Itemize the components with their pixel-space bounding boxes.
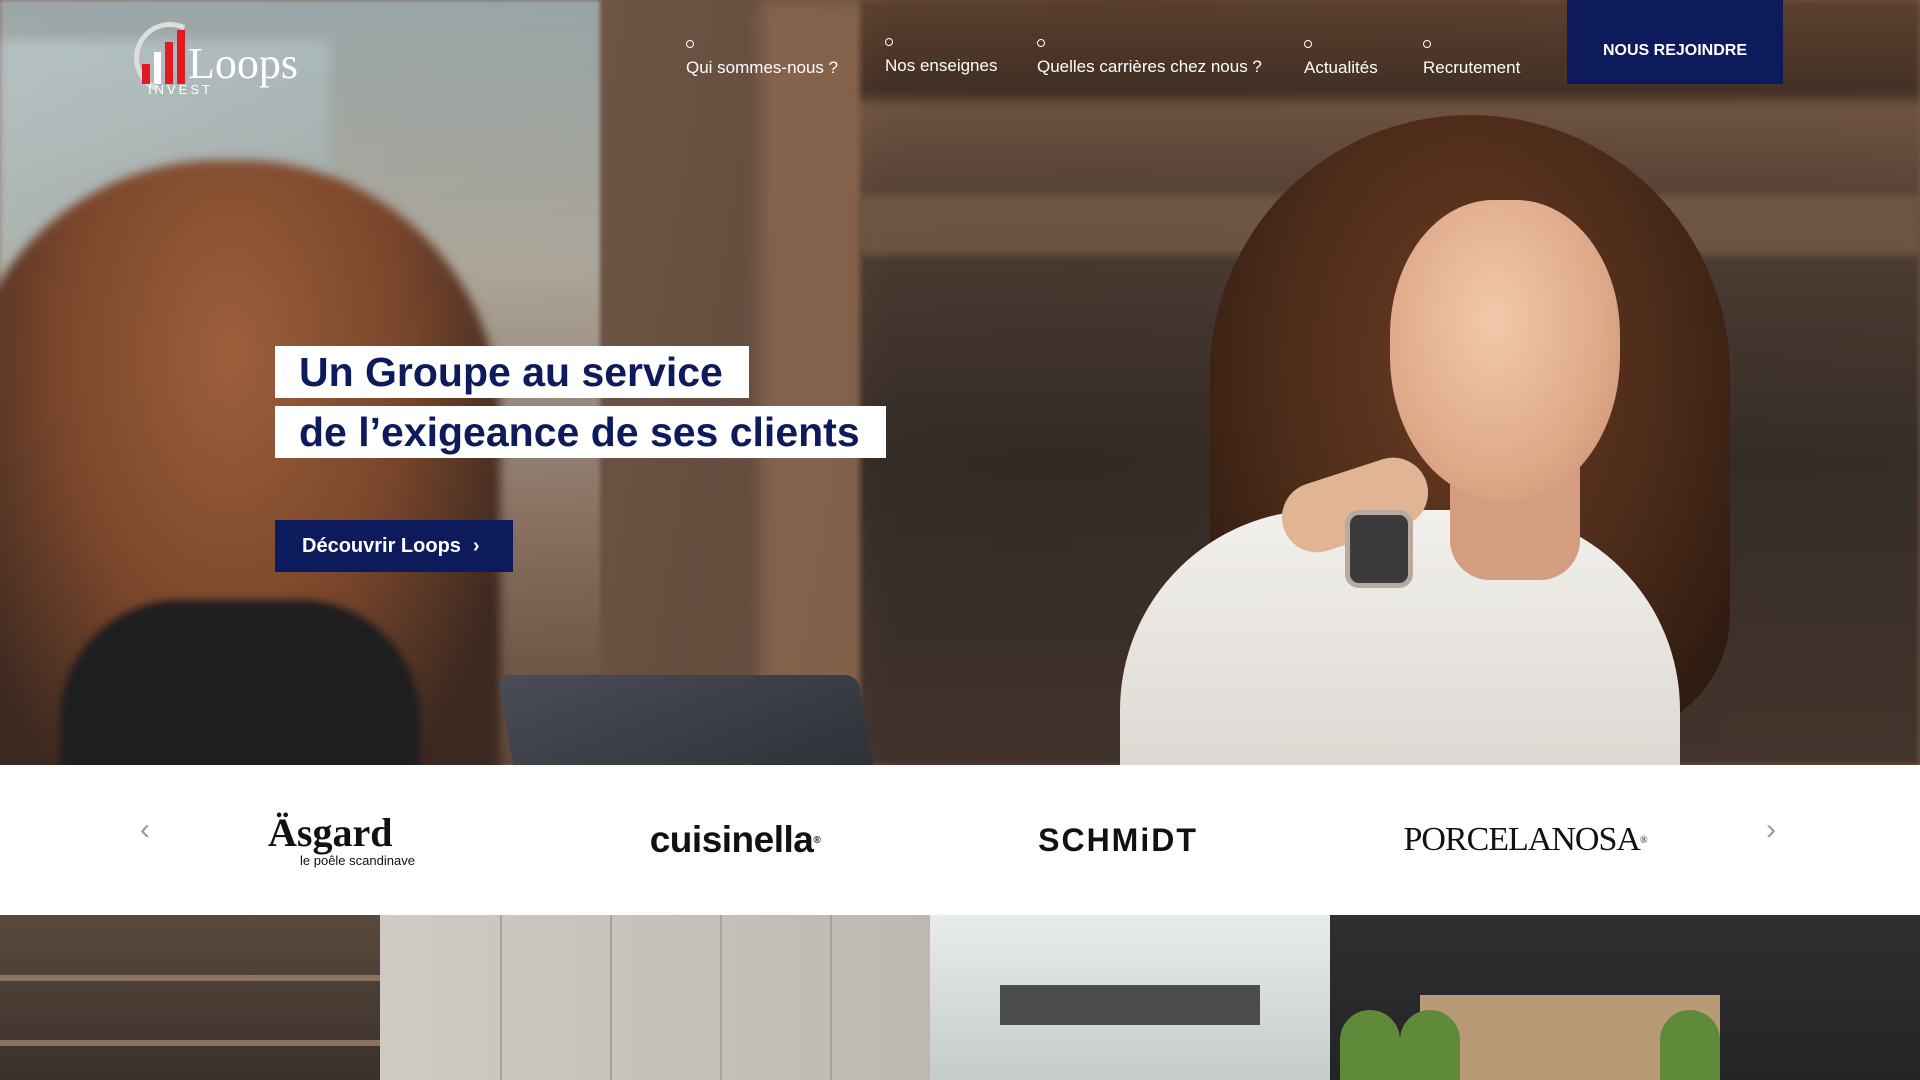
- brand-logo-asgard[interactable]: Äsgard le poêle scandinave: [268, 765, 438, 915]
- nav-item-qui-sommes-nous[interactable]: Qui sommes-nous ?: [686, 40, 838, 78]
- kitchen-hood: [1000, 985, 1260, 1025]
- brand-tagline: le poêle scandinave: [300, 852, 415, 868]
- nav-bullet-icon: [1423, 40, 1431, 48]
- brand-logo-cuisinella[interactable]: cuisinella ®: [640, 765, 830, 915]
- nav-item-recrutement[interactable]: Recrutement: [1423, 40, 1520, 78]
- nav-bullet-icon: [1304, 40, 1312, 48]
- nav-item-carrieres[interactable]: Quelles carrières chez nous ?: [1037, 39, 1262, 77]
- nav-item-nos-enseignes[interactable]: Nos enseignes: [885, 38, 997, 76]
- cabinet-door-line: [610, 915, 612, 1080]
- join-us-button[interactable]: NOUS REJOINDRE: [1567, 0, 1783, 84]
- logo-subtitle: INVEST: [148, 82, 213, 97]
- kitchen-shelves: [0, 915, 380, 1080]
- hero-laptop: [497, 675, 879, 765]
- chevron-right-icon: ›: [472, 534, 480, 557]
- cabinet-door-line: [500, 915, 502, 1080]
- cabinet-door-line: [720, 915, 722, 1080]
- brand-name: SCHMiDT: [1038, 821, 1198, 858]
- nav-item-label: Recrutement: [1423, 58, 1521, 77]
- kitchen-shelf: [0, 975, 380, 981]
- discover-loops-label: Découvrir Loops: [302, 534, 461, 557]
- hero-headline-line-2: de l’exigeance de ses clients: [275, 406, 886, 458]
- logo-bar: [177, 30, 185, 84]
- nav-bullet-icon: [1037, 39, 1045, 47]
- brand-name: PORCELANOSA: [1403, 821, 1640, 858]
- logo-bar: [142, 64, 150, 84]
- brand-logo-porcelanosa[interactable]: PORCELANOSA ®: [1403, 765, 1648, 915]
- chevron-right-icon[interactable]: ›: [1766, 815, 1776, 845]
- nav-bullet-icon: [885, 38, 893, 46]
- hero-person-face: [1390, 200, 1620, 500]
- brand-name: cuisinella: [649, 819, 814, 860]
- kitchen-plant: [1660, 1010, 1720, 1080]
- kitchen-cabinets: [380, 915, 930, 1080]
- logo-bar: [165, 42, 173, 84]
- kitchen-window: [930, 915, 1330, 1080]
- hero-headline-line-1: Un Groupe au service: [275, 346, 749, 398]
- discover-loops-button[interactable]: Découvrir Loops ›: [275, 520, 513, 572]
- logo-bar: [154, 52, 161, 84]
- registered-mark-icon: ®: [1639, 834, 1648, 846]
- kitchen-shelf: [0, 1040, 380, 1046]
- brand-logo-schmidt[interactable]: SCHMiDT: [1038, 765, 1198, 915]
- kitchen-dark-wall: [1330, 915, 1920, 1080]
- nav-item-label: Qui sommes-nous ?: [686, 58, 839, 77]
- hero-smartwatch: [1345, 510, 1413, 588]
- nav-bullet-icon: [686, 40, 694, 48]
- nav-item-label: Actualités: [1304, 58, 1378, 77]
- brand-name: Äsgard: [268, 809, 393, 855]
- logo-word: Loops: [188, 39, 298, 88]
- registered-mark-icon: ®: [813, 834, 821, 846]
- kitchen-image: [0, 915, 1920, 1080]
- nav-item-actualites[interactable]: Actualités: [1304, 40, 1378, 78]
- hero-headline: Un Groupe au service de l’exigeance de s…: [275, 346, 886, 458]
- site-logo[interactable]: Loops INVEST: [123, 11, 314, 105]
- cabinet-door-line: [830, 915, 832, 1080]
- brands-carousel: ‹ Äsgard le poêle scandinave cuisinella ®…: [0, 765, 1920, 915]
- nav-item-label: Quelles carrières chez nous ?: [1037, 57, 1262, 76]
- nav-item-label: Nos enseignes: [885, 56, 998, 75]
- hero-person-left-body: [60, 600, 420, 765]
- chevron-left-icon[interactable]: ‹: [140, 815, 150, 845]
- kitchen-plant: [1400, 1010, 1460, 1080]
- kitchen-plant: [1340, 1010, 1400, 1080]
